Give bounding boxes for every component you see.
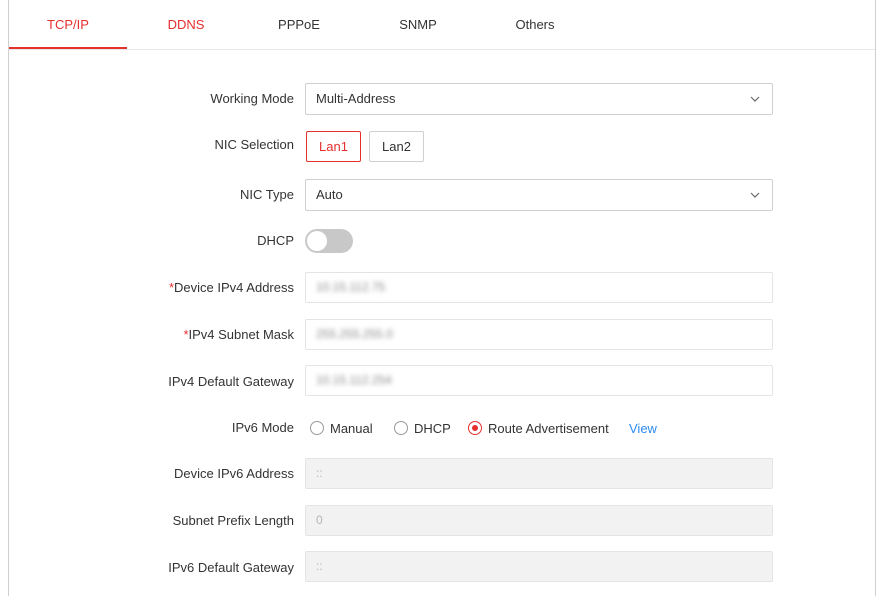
device-ipv4-label: *Device IPv4 Address	[169, 280, 294, 295]
active-tab-indicator	[9, 47, 127, 49]
nic-type-label: NIC Type	[240, 187, 294, 202]
radio-circle-icon	[310, 421, 324, 435]
working-mode-select[interactable]: Multi-Address	[305, 83, 773, 115]
prefix-length-value: 0	[316, 513, 323, 527]
ipv6-mode-dhcp-radio[interactable]: DHCP	[394, 418, 451, 438]
ipv6-gateway-value: ::	[316, 559, 323, 573]
chevron-down-icon	[750, 192, 760, 198]
ipv4-subnet-value: 255.255.255.0	[316, 327, 393, 341]
nic-type-select[interactable]: Auto	[305, 179, 773, 211]
ipv4-subnet-input[interactable]: 255.255.255.0	[305, 319, 773, 350]
ipv4-gateway-label: IPv4 Default Gateway	[168, 374, 294, 389]
nic-lan2-button[interactable]: Lan2	[369, 131, 424, 162]
ipv6-gateway-input[interactable]: ::	[305, 551, 773, 582]
device-ipv4-value: 10.15.112.75	[316, 280, 386, 294]
nic-lan1-button[interactable]: Lan1	[306, 131, 361, 162]
toggle-knob	[307, 231, 327, 251]
dhcp-label: DHCP	[257, 233, 294, 248]
view-link[interactable]: View	[629, 421, 657, 436]
prefix-length-input[interactable]: 0	[305, 505, 773, 536]
device-ipv4-input[interactable]: 10.15.112.75	[305, 272, 773, 303]
frame-border-left	[8, 0, 9, 596]
device-ipv6-label: Device IPv6 Address	[174, 466, 294, 481]
radio-checked-icon	[468, 421, 482, 435]
tab-ddns[interactable]: DDNS	[156, 0, 216, 49]
tab-pppoe[interactable]: PPPoE	[271, 0, 327, 49]
chevron-down-icon	[750, 96, 760, 102]
working-mode-label: Working Mode	[210, 91, 294, 106]
ipv6-mode-label: IPv6 Mode	[231, 420, 294, 435]
nic-type-value: Auto	[316, 187, 343, 202]
tab-others[interactable]: Others	[506, 0, 564, 49]
device-ipv4-label-text: Device IPv4 Address	[174, 280, 294, 295]
ipv6-mode-route-advertisement-radio[interactable]: Route Advertisement	[468, 418, 609, 438]
tab-tcp-ip[interactable]: TCP/IP	[9, 0, 127, 49]
nic-selection-label: NIC Selection	[214, 137, 294, 152]
working-mode-value: Multi-Address	[316, 91, 396, 106]
radio-label-dhcp: DHCP	[414, 420, 451, 436]
ipv4-subnet-label-text: IPv4 Subnet Mask	[188, 327, 295, 342]
ipv6-gateway-label: IPv6 Default Gateway	[168, 560, 294, 575]
device-ipv6-value: ::	[316, 466, 323, 480]
ipv4-gateway-input[interactable]: 10.15.112.254	[305, 365, 773, 396]
tab-bar: TCP/IP DDNS PPPoE SNMP Others	[9, 0, 875, 50]
device-ipv6-input[interactable]: ::	[305, 458, 773, 489]
tab-snmp[interactable]: SNMP	[392, 0, 444, 49]
radio-label-manual: Manual	[330, 420, 373, 436]
radio-label-route-advertisement: Route Advertisement	[488, 420, 609, 436]
ipv4-subnet-label: *IPv4 Subnet Mask	[183, 327, 294, 342]
dhcp-toggle[interactable]	[305, 229, 353, 253]
radio-circle-icon	[394, 421, 408, 435]
ipv4-gateway-value: 10.15.112.254	[316, 373, 392, 387]
network-settings-page: TCP/IP DDNS PPPoE SNMP Others Working Mo…	[0, 0, 876, 596]
ipv6-mode-manual-radio[interactable]: Manual	[310, 418, 373, 438]
prefix-length-label: Subnet Prefix Length	[172, 513, 294, 528]
